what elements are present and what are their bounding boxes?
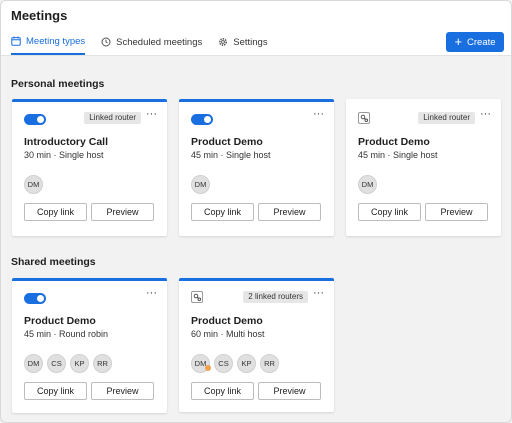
host-avatars: DM CS KP RR: [24, 354, 116, 373]
avatar: KP: [237, 354, 256, 373]
tab-label: Settings: [233, 36, 268, 48]
preview-button[interactable]: Preview: [91, 382, 154, 400]
copy-link-button[interactable]: Copy link: [191, 203, 254, 221]
avatar: RR: [260, 354, 279, 373]
enabled-toggle[interactable]: [191, 114, 213, 125]
header: Meetings Meeting types Scheduled meeting…: [1, 1, 511, 56]
meetings-app: Meetings Meeting types Scheduled meeting…: [0, 0, 512, 423]
page-title: Meetings: [11, 8, 68, 23]
meeting-details: 45 min · Round robin: [24, 329, 109, 339]
avatar: DM: [191, 175, 210, 194]
host-avatars: DM: [191, 175, 214, 194]
create-button[interactable]: + Create: [446, 32, 504, 52]
meeting-name: Product Demo: [358, 136, 430, 148]
copy-link-button[interactable]: Copy link: [191, 382, 254, 400]
router-icon: [191, 291, 203, 303]
router-badge: Linked router: [418, 112, 475, 124]
meeting-details: 30 min · Single host: [24, 150, 104, 160]
copy-link-button[interactable]: Copy link: [358, 203, 421, 221]
avatar: DM: [358, 175, 377, 194]
meeting-details: 60 min · Multi host: [191, 329, 265, 339]
more-menu-icon[interactable]: ···: [480, 108, 491, 120]
plus-icon: +: [454, 34, 463, 49]
meeting-card: ··· Product Demo 45 min · Single host DM…: [179, 99, 334, 236]
meeting-name: Product Demo: [24, 315, 96, 327]
calendar-icon: [11, 36, 21, 46]
meeting-name: Product Demo: [191, 315, 263, 327]
avatar: CS: [214, 354, 233, 373]
preview-button[interactable]: Preview: [258, 382, 321, 400]
meeting-card: Linked router ··· Introductory Call 30 m…: [12, 99, 167, 236]
tab-label: Meeting types: [26, 35, 86, 47]
router-badge: 2 linked routers: [243, 291, 308, 303]
meeting-name: Introductory Call: [24, 136, 109, 148]
router-icon: [358, 112, 370, 124]
tab-label: Scheduled meetings: [116, 36, 203, 48]
clock-icon: [101, 37, 111, 47]
enabled-toggle[interactable]: [24, 114, 46, 125]
tab-meeting-types[interactable]: Meeting types: [11, 29, 86, 55]
copy-link-button[interactable]: Copy link: [24, 382, 87, 400]
meeting-details: 45 min · Single host: [191, 150, 271, 160]
preview-button[interactable]: Preview: [425, 203, 488, 221]
copy-link-button[interactable]: Copy link: [24, 203, 87, 221]
create-label: Create: [467, 36, 496, 48]
gear-icon: [218, 37, 228, 47]
meeting-card: ··· Product Demo 45 min · Round robin DM…: [12, 278, 167, 413]
section-title-personal: Personal meetings: [11, 78, 105, 90]
host-avatars: DM: [24, 175, 47, 194]
avatar: DM: [24, 175, 43, 194]
meeting-card: 2 linked routers ··· Product Demo 60 min…: [179, 278, 334, 412]
pointer-cursor-icon: [205, 365, 211, 371]
enabled-toggle[interactable]: [24, 293, 46, 304]
tab-settings[interactable]: Settings: [218, 29, 268, 55]
meeting-name: Product Demo: [191, 136, 263, 148]
avatar: KP: [70, 354, 89, 373]
more-menu-icon[interactable]: ···: [146, 287, 157, 299]
more-menu-icon[interactable]: ···: [313, 287, 324, 299]
host-avatars: DM: [358, 175, 381, 194]
meeting-card: Linked router ··· Product Demo 45 min · …: [346, 99, 501, 236]
more-menu-icon[interactable]: ···: [313, 108, 324, 120]
avatar: CS: [47, 354, 66, 373]
avatar: DM: [24, 354, 43, 373]
meeting-details: 45 min · Single host: [358, 150, 438, 160]
host-avatars: DM CS KP RR: [191, 354, 283, 373]
router-badge: Linked router: [84, 112, 141, 124]
preview-button[interactable]: Preview: [258, 203, 321, 221]
more-menu-icon[interactable]: ···: [146, 108, 157, 120]
tab-scheduled-meetings[interactable]: Scheduled meetings: [101, 29, 202, 55]
section-title-shared: Shared meetings: [11, 256, 96, 268]
avatar: RR: [93, 354, 112, 373]
tab-bar: Meeting types Scheduled meetings Setting…: [11, 29, 284, 55]
preview-button[interactable]: Preview: [91, 203, 154, 221]
